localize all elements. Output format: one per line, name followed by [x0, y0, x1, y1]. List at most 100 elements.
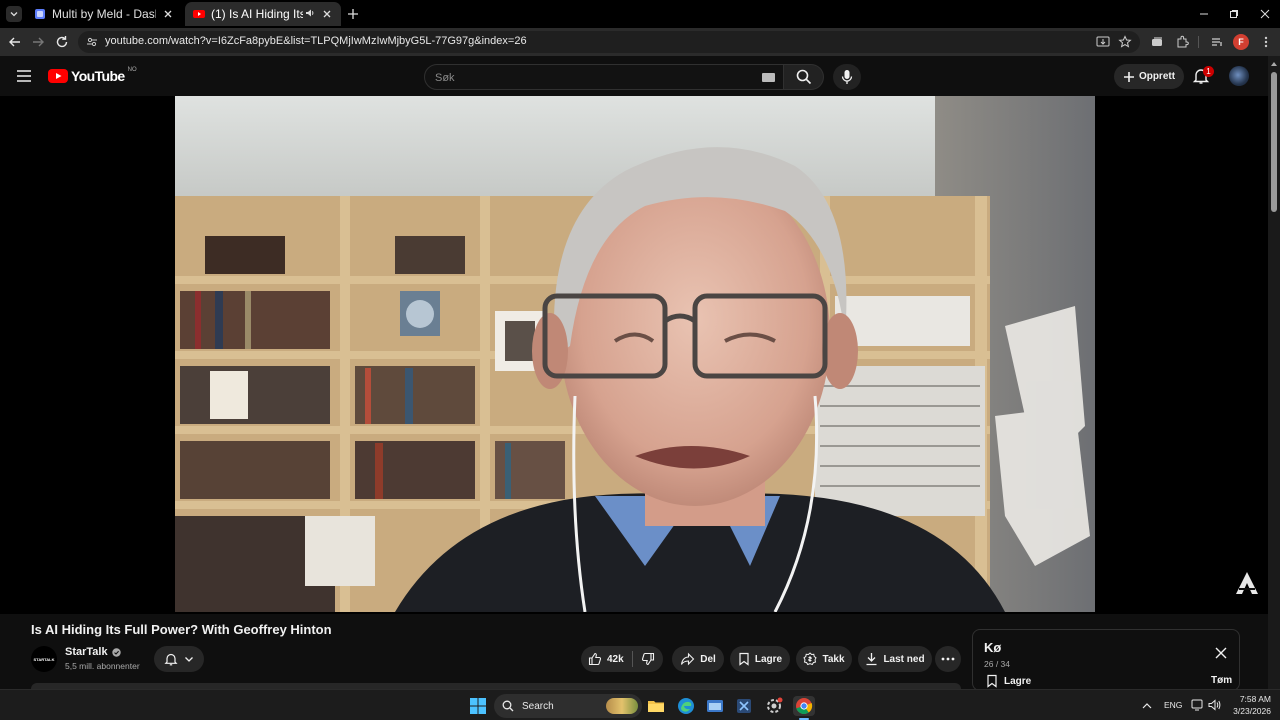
queue-clear-button[interactable]: Tøm: [1211, 675, 1232, 686]
youtube-favicon-icon: [193, 8, 205, 20]
keyboard-icon[interactable]: [762, 73, 775, 82]
dislike-button[interactable]: [633, 652, 663, 666]
site-info-icon[interactable]: [86, 36, 98, 48]
close-queue-button[interactable]: [1214, 646, 1228, 660]
taskbar-search-box[interactable]: Search: [494, 694, 642, 718]
thanks-button[interactable]: Takk: [796, 646, 852, 672]
video-player[interactable]: [0, 96, 1268, 614]
folder-icon: [648, 701, 664, 712]
like-count: 42k: [607, 653, 624, 665]
close-icon[interactable]: [321, 8, 333, 20]
subscription-bell-button[interactable]: [154, 646, 204, 672]
back-button[interactable]: [5, 32, 25, 52]
chrome-menu-button[interactable]: [1256, 32, 1276, 52]
video-still-image: [175, 96, 1095, 612]
app-taskbar-button[interactable]: [705, 696, 725, 716]
url-text: youtube.com/watch?v=I6ZcFa8pybE&list=TLP…: [105, 35, 527, 47]
hamburger-menu-icon: [17, 70, 31, 82]
bookmark-icon: [739, 652, 749, 666]
queue-save-button[interactable]: Lagre: [986, 674, 1031, 688]
browser-toolbar: youtube.com/watch?v=I6ZcFa8pybE&list=TLP…: [0, 28, 1280, 56]
extensions-button[interactable]: [1172, 32, 1192, 52]
profile-avatar: F: [1233, 34, 1249, 50]
file-explorer-taskbar-button[interactable]: [646, 696, 666, 716]
queue-position: 26 / 34: [984, 659, 1010, 669]
video-frame[interactable]: [175, 96, 1095, 612]
arrow-left-icon: [9, 37, 20, 47]
tab-meld-dashboard[interactable]: Multi by Meld - Dashboard.: [26, 2, 182, 26]
language-indicator[interactable]: ENG: [1164, 700, 1182, 710]
more-actions-button[interactable]: [935, 646, 961, 672]
tab-title: Multi by Meld - Dashboard.: [52, 7, 156, 21]
channel-watermark-icon[interactable]: [1233, 569, 1261, 597]
search-button[interactable]: [784, 64, 824, 90]
voice-search-button[interactable]: [833, 64, 861, 90]
edge-taskbar-button[interactable]: [676, 696, 696, 716]
page-scrollbar[interactable]: [1268, 56, 1280, 689]
more-horizontal-icon: [941, 657, 955, 661]
browser-tab-strip: Multi by Meld - Dashboard. (1) Is AI Hid…: [0, 0, 1280, 28]
download-button[interactable]: Last ned: [858, 646, 932, 672]
system-tray-expand-button[interactable]: [1141, 700, 1153, 712]
network-icon[interactable]: [1191, 699, 1205, 711]
youtube-masthead: YouTube NO Opprett: [0, 56, 1280, 96]
tab-search-button[interactable]: [6, 6, 22, 22]
close-icon: [1260, 9, 1270, 19]
close-icon[interactable]: [162, 8, 174, 20]
thumbs-up-icon: [588, 652, 602, 666]
app-taskbar-button-2[interactable]: [764, 696, 784, 716]
snipping-taskbar-button[interactable]: [734, 696, 754, 716]
taskbar-search-label: Search: [522, 700, 554, 712]
scrollbar-thumb[interactable]: [1271, 72, 1277, 212]
reload-button[interactable]: [52, 32, 72, 52]
close-window-button[interactable]: [1250, 4, 1280, 24]
profile-button[interactable]: F: [1231, 32, 1251, 52]
speaker-icon[interactable]: [305, 8, 315, 20]
super-thanks-icon: [803, 652, 818, 666]
youtube-logo-icon: [48, 69, 68, 83]
account-avatar[interactable]: [1229, 66, 1249, 86]
windows-taskbar: Search ENG 7:58 AM 3/23/2026: [0, 689, 1280, 720]
youtube-logo-text: YouTube: [71, 68, 125, 84]
save-button[interactable]: Lagre: [730, 646, 790, 672]
volume-icon[interactable]: [1208, 699, 1222, 711]
forward-button[interactable]: [28, 32, 48, 52]
guide-menu-button[interactable]: [15, 68, 33, 84]
new-tab-button[interactable]: [346, 7, 360, 21]
queue-title: Kø: [984, 640, 1002, 655]
restore-icon: [1230, 10, 1238, 18]
minimize-button[interactable]: [1189, 4, 1219, 24]
channel-name-row: StarTalk: [65, 646, 121, 658]
search-icon: [502, 700, 514, 712]
channel-avatar[interactable]: STARTALK: [31, 646, 57, 672]
chrome-taskbar-button[interactable]: [793, 696, 815, 716]
close-icon: [1215, 647, 1227, 659]
media-control-button[interactable]: [1207, 32, 1227, 52]
video-title: Is AI Hiding Its Full Power? With Geoffr…: [31, 622, 332, 637]
thumbs-down-icon: [641, 652, 655, 666]
share-button[interactable]: Del: [672, 646, 724, 672]
scroll-up-arrow-icon[interactable]: [1271, 62, 1277, 66]
extension-meld-button[interactable]: [1147, 32, 1167, 52]
clock[interactable]: 7:58 AM 3/23/2026: [1225, 693, 1271, 717]
youtube-logo[interactable]: YouTube NO: [48, 67, 137, 84]
address-bar[interactable]: youtube.com/watch?v=I6ZcFa8pybE&list=TLP…: [78, 31, 1140, 53]
windows-logo-icon: [470, 698, 486, 714]
restore-button[interactable]: [1219, 4, 1249, 24]
tab-title: (1) Is AI Hiding Its Full Powe: [211, 7, 303, 21]
channel-name[interactable]: StarTalk: [65, 646, 108, 658]
arrow-right-icon: [33, 37, 44, 47]
search-input[interactable]: [435, 69, 735, 86]
start-button[interactable]: [468, 696, 488, 716]
clock-time: 7:58 AM: [1239, 694, 1271, 704]
install-app-icon[interactable]: [1096, 35, 1110, 49]
like-button[interactable]: 42k: [581, 652, 632, 666]
edge-browser-icon: [678, 698, 694, 714]
tab-youtube-video[interactable]: (1) Is AI Hiding Its Full Powe: [185, 2, 341, 26]
share-label: Del: [700, 653, 716, 665]
create-button[interactable]: Opprett: [1114, 64, 1184, 89]
chevron-down-icon: [10, 12, 18, 17]
bookmark-star-icon[interactable]: [1118, 35, 1132, 49]
chevron-down-icon: [185, 657, 193, 662]
like-dislike-group: 42k: [581, 646, 663, 672]
